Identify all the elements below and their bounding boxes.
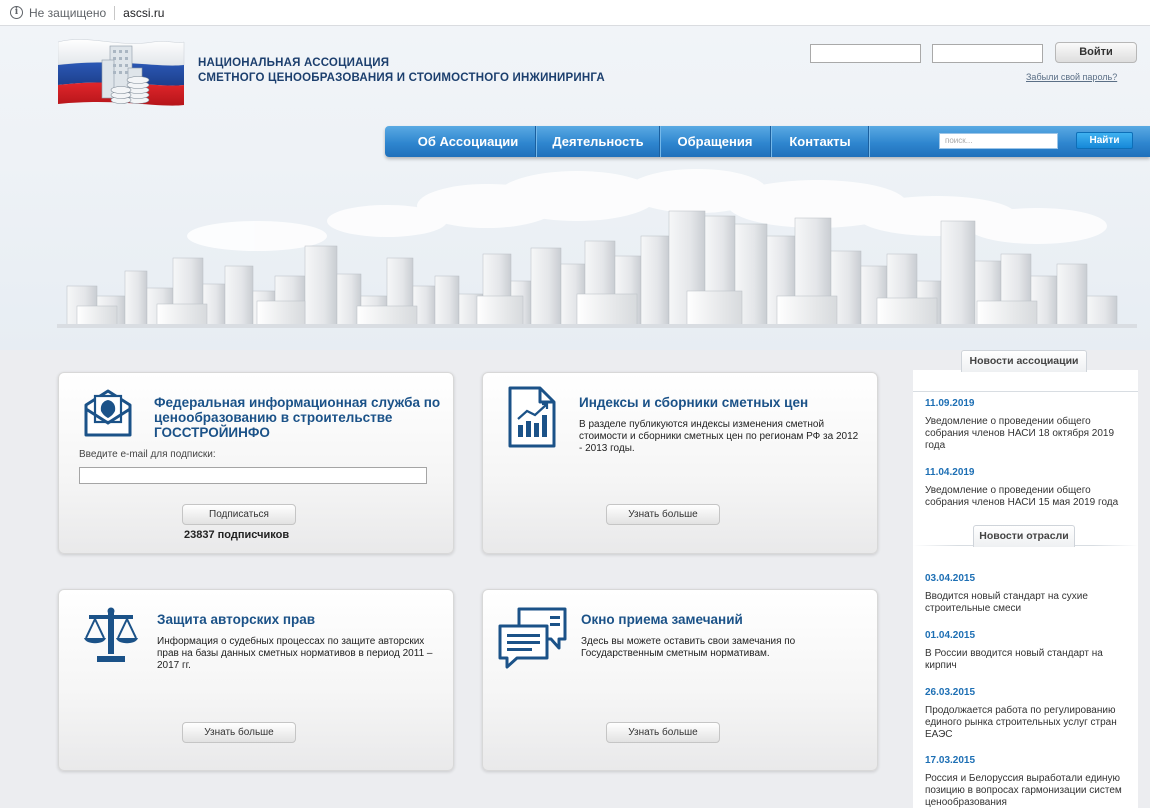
news-text-line2[interactable]: единого рынка строительных услуг стран: [925, 717, 1125, 729]
news-text-line1[interactable]: В России вводится новый стандарт на: [925, 648, 1125, 660]
subscribers-count: 23837 подписчиков: [184, 529, 290, 541]
news-item[interactable]: Уведомление о проведении общего собрания…: [925, 416, 1125, 452]
site-header: НАЦИОНАЛЬНАЯ АССОЦИАЦИЯ СМЕТНОГО ЦЕНООБР…: [0, 26, 1150, 350]
card-title[interactable]: Индексы и сборники сметных цен: [579, 395, 808, 410]
news-item[interactable]: Уведомление о проведении общего собрания…: [925, 485, 1125, 509]
login-field[interactable]: [810, 44, 921, 63]
news-sidebar: Новости ассоциации 11.09.2019 Уведомлени…: [913, 350, 1138, 808]
login-button[interactable]: Войти: [1055, 42, 1137, 63]
news-text-line1[interactable]: Россия и Белоруссия выработали единую: [925, 773, 1125, 785]
card-description: В разделе публикуются индексы изменения …: [579, 419, 858, 455]
card-description-line2: прав на базы данных сметных нормативов в…: [157, 648, 433, 659]
news-text-line2[interactable]: кирпич: [925, 660, 1125, 672]
card-description-line2: Государственным сметным нормативам.: [581, 648, 770, 659]
news-text-line2[interactable]: позицию в вопросах гармонизации систем: [925, 785, 1125, 797]
news-text-line3[interactable]: года: [925, 440, 1125, 452]
news-date[interactable]: 11.09.2019: [925, 398, 975, 409]
security-status[interactable]: Не защищено: [29, 6, 106, 20]
card-title-line2[interactable]: ценообразованию в строительстве: [154, 410, 440, 425]
card-gosstroyinfo: Федеральная информационная служба по цен…: [58, 372, 454, 554]
scales-icon: [84, 607, 138, 662]
address-separator: [114, 5, 116, 20]
card-description-line3: 2017 гг.: [157, 660, 191, 671]
card-title-line3[interactable]: ГОССТРОЙИНФО: [154, 425, 440, 440]
nav-item-appeals[interactable]: Обращения: [661, 126, 769, 157]
speech-bubbles-icon: [498, 607, 567, 669]
search-button[interactable]: Найти: [1076, 132, 1133, 149]
nav-divider: [535, 126, 536, 157]
envelope-emblem-icon: [84, 389, 132, 437]
news-item[interactable]: Вводится новый стандарт на сухие строите…: [925, 591, 1125, 615]
city-skyline-banner: [57, 169, 1137, 328]
news-text-line1[interactable]: Вводится новый стандарт на сухие: [925, 591, 1125, 603]
card-title-line1[interactable]: Федеральная информационная служба по: [154, 395, 440, 410]
news-date[interactable]: 03.04.2015: [925, 573, 975, 584]
card-description: Информация о судебных процессах по защит…: [157, 636, 432, 672]
browser-address-bar[interactable]: i Не защищено ascsi.ru: [0, 0, 1150, 26]
card-description-line1: Здесь вы можете оставить свои замечания …: [581, 636, 796, 647]
card-title[interactable]: Федеральная информационная служба по цен…: [154, 395, 440, 440]
learn-more-button[interactable]: Узнать больше: [182, 722, 296, 743]
news-item[interactable]: В России вводится новый стандарт на кирп…: [925, 648, 1125, 672]
subscribe-button[interactable]: Подписаться: [182, 504, 296, 525]
main-navigation: Об Ассоциации Деятельность Обращения Кон…: [385, 126, 1150, 157]
card-description: Здесь вы можете оставить свои замечания …: [581, 636, 795, 660]
document-chart-icon: [508, 386, 556, 448]
nav-item-contacts[interactable]: Контакты: [772, 126, 868, 157]
flag-logo-icon[interactable]: [58, 38, 188, 108]
news-text-line3[interactable]: ЕАЭС: [925, 729, 1125, 741]
news-text-line2[interactable]: строительные смеси: [925, 603, 1125, 615]
learn-more-button[interactable]: Узнать больше: [606, 504, 720, 525]
card-description-line1: В разделе публикуются индексы изменения …: [579, 419, 825, 430]
nav-divider: [659, 126, 660, 157]
card-title[interactable]: Окно приема замечаний: [581, 612, 743, 627]
tab-industry-news[interactable]: Новости отрасли: [973, 525, 1075, 547]
card-title[interactable]: Защита авторских прав: [157, 612, 315, 627]
tab-association-news[interactable]: Новости ассоциации: [961, 350, 1087, 372]
nav-item-activity[interactable]: Деятельность: [537, 126, 659, 157]
news-text-line1[interactable]: Уведомление о проведении общего: [925, 416, 1125, 428]
card-indexes: Индексы и сборники сметных цен В разделе…: [482, 372, 878, 554]
news-item[interactable]: Продолжается работа по регулированию еди…: [925, 705, 1125, 741]
news-item[interactable]: Россия и Белоруссия выработали единую по…: [925, 773, 1125, 808]
org-name-line1: НАЦИОНАЛЬНАЯ АССОЦИАЦИЯ: [198, 57, 390, 69]
url-text[interactable]: ascsi.ru: [123, 6, 164, 20]
search-input[interactable]: поиск...: [939, 133, 1058, 149]
news-text-line1[interactable]: Уведомление о проведении общего: [925, 485, 1125, 497]
nav-divider: [868, 126, 869, 157]
info-icon[interactable]: i: [10, 6, 23, 19]
organization-name: НАЦИОНАЛЬНАЯ АССОЦИАЦИЯ СМЕТНОГО ЦЕНООБР…: [198, 56, 605, 86]
news-date[interactable]: 11.04.2019: [925, 467, 975, 478]
email-input[interactable]: [79, 467, 427, 484]
card-description-line1: Информация о судебных процессах по защит…: [157, 636, 425, 647]
card-copyright: Защита авторских прав Информация о судеб…: [58, 589, 454, 771]
nav-item-about[interactable]: Об Ассоциации: [407, 126, 529, 157]
email-label: Введите e-mail для подписки:: [79, 449, 216, 460]
news-date[interactable]: 17.03.2015: [925, 755, 975, 766]
card-description-line2: стоимости и сборники сметных цен по реги…: [579, 431, 859, 442]
password-field[interactable]: [932, 44, 1043, 63]
news-text-line3[interactable]: ценообразования: [925, 797, 1125, 808]
news-date[interactable]: 26.03.2015: [925, 687, 975, 698]
news-text-line1[interactable]: Продолжается работа по регулированию: [925, 705, 1125, 717]
forgot-password-link[interactable]: Забыли свой пароль?: [1026, 72, 1117, 82]
card-feedback: Окно приема замечаний Здесь вы можете ос…: [482, 589, 878, 771]
news-text-line2[interactable]: собрания членов НАСИ 18 октября 2019: [925, 428, 1125, 440]
learn-more-button[interactable]: Узнать больше: [606, 722, 720, 743]
news-text-line2[interactable]: собрания членов НАСИ 15 мая 2019 года: [925, 497, 1125, 509]
nav-divider: [770, 126, 771, 157]
news-date[interactable]: 01.04.2015: [925, 630, 975, 641]
org-name-line2: СМЕТНОГО ЦЕНООБРАЗОВАНИЯ И СТОИМОСТНОГО …: [198, 72, 605, 84]
news-tab-line: [913, 391, 1138, 392]
card-description-line3: - 2013 годы.: [579, 443, 635, 454]
